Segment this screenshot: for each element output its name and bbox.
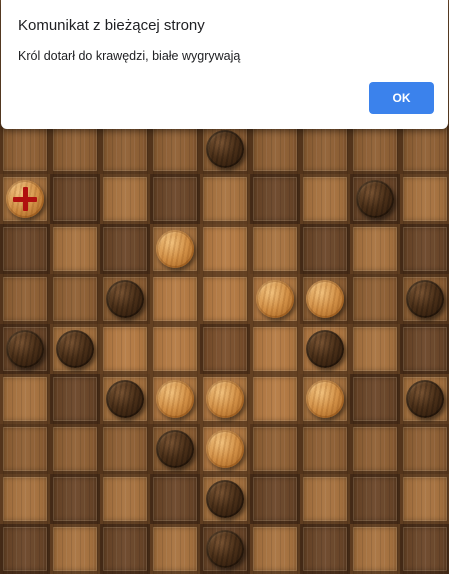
board-cell-r0-c8[interactable]: [400, 124, 449, 174]
board-cell-r6-c2[interactable]: [100, 424, 150, 474]
white-piece[interactable]: [206, 430, 244, 468]
board-cell-r7-c1[interactable]: [50, 474, 100, 524]
board-cell-r0-c5[interactable]: [250, 124, 300, 174]
alert-dialog: Komunikat z bieżącej strony Król dotarł …: [1, 0, 448, 129]
board-cell-r1-c1[interactable]: [50, 174, 100, 224]
board-cell-r1-c2[interactable]: [100, 174, 150, 224]
black-piece[interactable]: [206, 530, 244, 568]
white-piece[interactable]: [306, 280, 344, 318]
board-cell-r5-c5[interactable]: [250, 374, 300, 424]
black-piece[interactable]: [206, 130, 244, 168]
board-cell-r2-c1[interactable]: [50, 224, 100, 274]
board-cell-r7-c6[interactable]: [300, 474, 350, 524]
black-piece[interactable]: [306, 330, 344, 368]
black-piece[interactable]: [156, 430, 194, 468]
board-cell-r6-c6[interactable]: [300, 424, 350, 474]
black-piece[interactable]: [406, 380, 444, 418]
board-cell-r8-c2[interactable]: [100, 524, 150, 574]
board-cell-r6-c0[interactable]: [0, 424, 50, 474]
board-cell-r4-c2[interactable]: [100, 324, 150, 374]
board-cell-r3-c3[interactable]: [150, 274, 200, 324]
board-cell-r2-c5[interactable]: [250, 224, 300, 274]
board-cell-r1-c5[interactable]: [250, 174, 300, 224]
board-cell-r8-c7[interactable]: [350, 524, 400, 574]
board-cell-r6-c5[interactable]: [250, 424, 300, 474]
board-cell-r3-c0[interactable]: [0, 274, 50, 324]
dialog-title: Komunikat z bieżącej strony: [18, 17, 205, 34]
board-cell-r0-c0[interactable]: [0, 124, 50, 174]
board-cell-r2-c0[interactable]: [0, 224, 50, 274]
board-cell-r6-c8[interactable]: [400, 424, 449, 474]
board-cell-r8-c5[interactable]: [250, 524, 300, 574]
board-cell-r7-c0[interactable]: [0, 474, 50, 524]
board-cell-r3-c7[interactable]: [350, 274, 400, 324]
board-cell-r0-c2[interactable]: [100, 124, 150, 174]
board-cell-r8-c3[interactable]: [150, 524, 200, 574]
board-cell-r7-c3[interactable]: [150, 474, 200, 524]
board-cell-r8-c6[interactable]: [300, 524, 350, 574]
board-cell-r4-c5[interactable]: [250, 324, 300, 374]
board-cell-r4-c7[interactable]: [350, 324, 400, 374]
black-piece[interactable]: [356, 180, 394, 218]
board-cell-r1-c8[interactable]: [400, 174, 449, 224]
board-cell-r7-c2[interactable]: [100, 474, 150, 524]
board-cell-r3-c1[interactable]: [50, 274, 100, 324]
board-cell-r0-c6[interactable]: [300, 124, 350, 174]
board-cell-r7-c7[interactable]: [350, 474, 400, 524]
board-cell-r1-c4[interactable]: [200, 174, 250, 224]
white-piece[interactable]: [156, 380, 194, 418]
board-cell-r3-c4[interactable]: [200, 274, 250, 324]
board-cell-r6-c7[interactable]: [350, 424, 400, 474]
board-cell-r0-c7[interactable]: [350, 124, 400, 174]
board-cell-r8-c1[interactable]: [50, 524, 100, 574]
black-piece[interactable]: [56, 330, 94, 368]
white-piece[interactable]: [306, 380, 344, 418]
ok-button[interactable]: OK: [369, 82, 434, 114]
black-piece[interactable]: [206, 480, 244, 518]
king-piece[interactable]: [6, 180, 44, 218]
white-piece[interactable]: [206, 380, 244, 418]
board-cell-r0-c3[interactable]: [150, 124, 200, 174]
board-cell-r4-c8[interactable]: [400, 324, 449, 374]
board-cell-r7-c8[interactable]: [400, 474, 449, 524]
board-cell-r5-c1[interactable]: [50, 374, 100, 424]
board-cell-r7-c5[interactable]: [250, 474, 300, 524]
board-cell-r2-c8[interactable]: [400, 224, 449, 274]
board-cell-r8-c8[interactable]: [400, 524, 449, 574]
black-piece[interactable]: [106, 280, 144, 318]
board-cell-r4-c4[interactable]: [200, 324, 250, 374]
board-cell-r0-c1[interactable]: [50, 124, 100, 174]
black-piece[interactable]: [106, 380, 144, 418]
board-cell-r2-c6[interactable]: [300, 224, 350, 274]
board-cell-r5-c7[interactable]: [350, 374, 400, 424]
board-cell-r1-c3[interactable]: [150, 174, 200, 224]
board-cell-r2-c7[interactable]: [350, 224, 400, 274]
dialog-message: Król dotarł do krawędzi, białe wygrywają: [18, 49, 241, 63]
board-cell-r5-c0[interactable]: [0, 374, 50, 424]
black-piece[interactable]: [6, 330, 44, 368]
board-cell-r2-c2[interactable]: [100, 224, 150, 274]
board-cell-r2-c4[interactable]: [200, 224, 250, 274]
white-piece[interactable]: [156, 230, 194, 268]
black-piece[interactable]: [406, 280, 444, 318]
board-cell-r8-c0[interactable]: [0, 524, 50, 574]
white-piece[interactable]: [256, 280, 294, 318]
board-cell-r6-c1[interactable]: [50, 424, 100, 474]
board-cell-r4-c3[interactable]: [150, 324, 200, 374]
board-cell-r1-c6[interactable]: [300, 174, 350, 224]
